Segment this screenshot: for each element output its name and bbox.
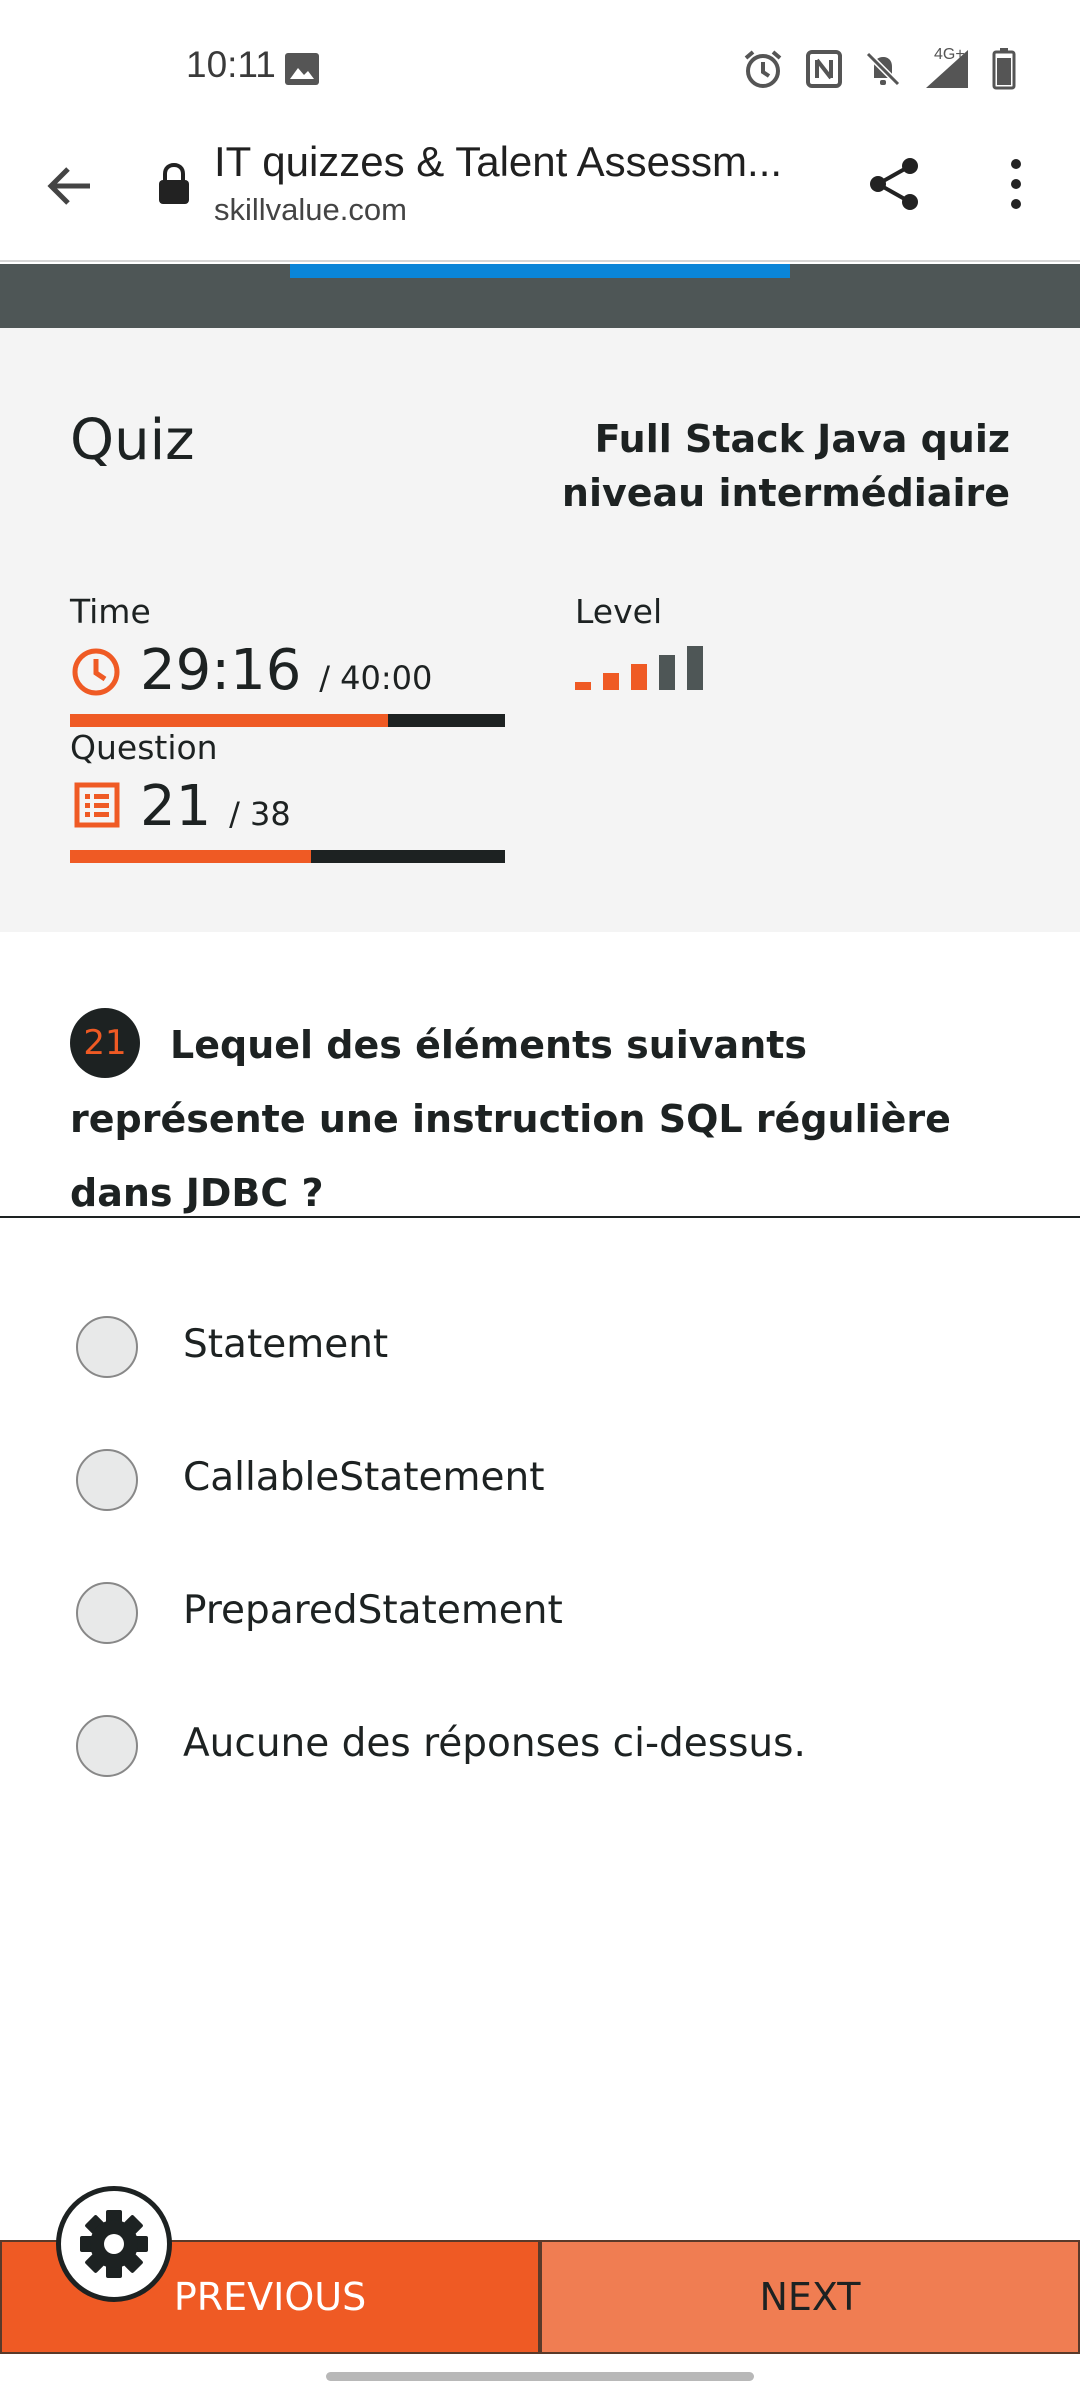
time-total: / 40:00	[319, 659, 433, 697]
browser-toolbar: IT quizzes & Talent Assessm... skillvalu…	[0, 130, 1080, 262]
answer-label: PreparedStatement	[183, 1588, 563, 1633]
level-label: Level	[575, 592, 663, 631]
answer-option[interactable]: Aucune des réponses ci-dessus.	[70, 1707, 970, 1787]
settings-button[interactable]	[56, 2186, 172, 2302]
time-label: Time	[70, 592, 151, 631]
page-url[interactable]: skillvalue.com	[214, 192, 407, 228]
image-icon	[285, 53, 319, 85]
status-time: 10:11	[186, 44, 276, 85]
level-indicator	[575, 640, 715, 690]
question-value-group: 21 / 38	[140, 774, 291, 839]
answer-label: CallableStatement	[183, 1455, 545, 1500]
question-total: / 38	[229, 795, 291, 833]
question-number-badge: 21	[70, 1008, 140, 1078]
home-indicator[interactable]	[326, 2372, 754, 2381]
page-title[interactable]: IT quizzes & Talent Assessm...	[214, 138, 804, 186]
status-bar: 10:11 4G+	[0, 0, 1080, 130]
time-value: 29:16	[140, 638, 302, 703]
question-progress-fill	[70, 850, 311, 863]
answer-label: Aucune des réponses ci-dessus.	[183, 1721, 806, 1766]
time-progress-fill	[70, 714, 388, 727]
list-icon	[74, 782, 120, 828]
silent-icon	[865, 51, 901, 87]
level-bar	[659, 655, 675, 690]
answer-label: Statement	[183, 1322, 389, 1367]
radio-button[interactable]	[76, 1449, 138, 1511]
radio-button[interactable]	[76, 1582, 138, 1644]
back-arrow-icon[interactable]	[40, 156, 100, 216]
quiz-header-bar	[0, 264, 1080, 328]
answer-option[interactable]: PreparedStatement	[70, 1574, 970, 1654]
level-bar	[687, 646, 703, 690]
nfc-icon	[806, 50, 842, 88]
lock-icon	[159, 162, 189, 204]
share-icon[interactable]	[862, 152, 926, 216]
time-value-group: 29:16 / 40:00	[140, 638, 432, 703]
quiz-name: Full Stack Java quiz niveau intermédiair…	[561, 417, 1010, 515]
time-progress-bar	[70, 714, 505, 727]
level-bar	[631, 664, 647, 690]
question-label: Question	[70, 728, 218, 767]
next-button[interactable]: NEXT	[540, 2240, 1080, 2354]
alarm-icon	[744, 50, 782, 88]
level-bar	[575, 682, 591, 690]
answer-option[interactable]: CallableStatement	[70, 1441, 970, 1521]
quiz-heading: Quiz	[70, 408, 195, 473]
question-text: Lequel des éléments suivants représente …	[70, 1023, 951, 1215]
question-progress-bar	[70, 850, 505, 863]
answer-option[interactable]: Statement	[70, 1308, 970, 1388]
clock-icon	[72, 648, 120, 696]
battery-icon	[992, 48, 1016, 90]
level-bar	[603, 673, 619, 690]
radio-button[interactable]	[76, 1316, 138, 1378]
question-value: 21	[140, 774, 212, 839]
gear-icon	[80, 2210, 148, 2278]
signal-icon	[926, 50, 968, 88]
radio-button[interactable]	[76, 1715, 138, 1777]
quiz-info-panel: Quiz Full Stack Java quiz niveau intermé…	[0, 328, 1080, 932]
question-section: Lequel des éléments suivants représente …	[0, 932, 1080, 1218]
more-vert-icon[interactable]	[996, 152, 1036, 216]
header-progress-indicator	[290, 264, 790, 278]
